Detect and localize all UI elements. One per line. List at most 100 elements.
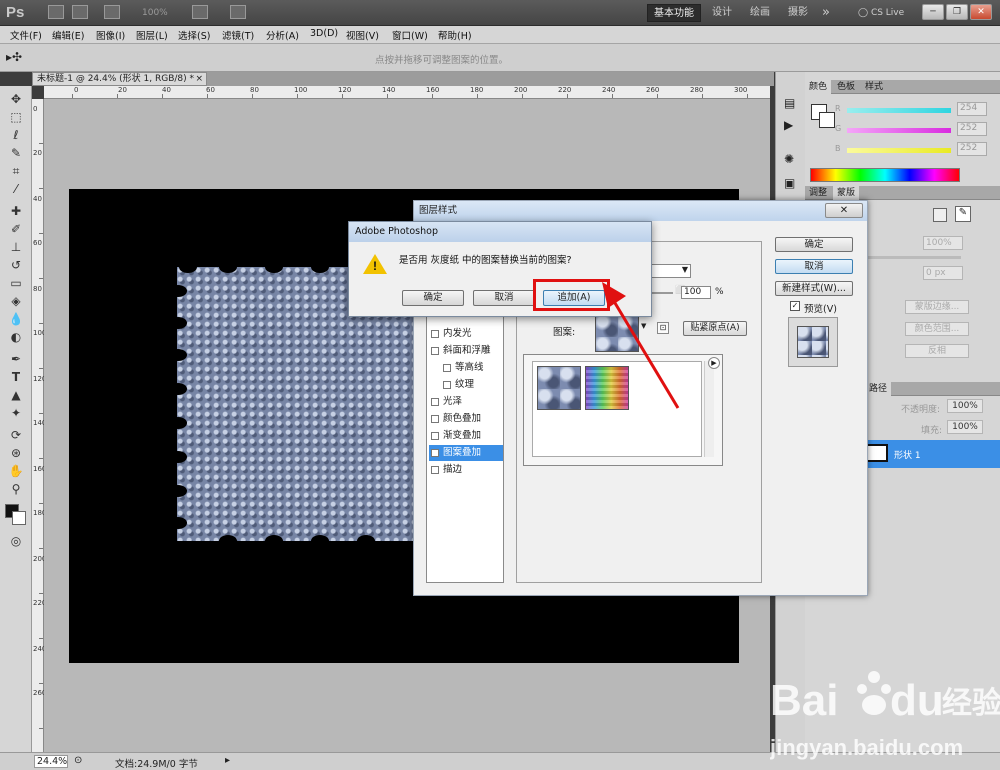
- style-item-contour[interactable]: 等高线: [429, 360, 503, 376]
- pixel-mask-icon[interactable]: [933, 208, 947, 222]
- document-size-info[interactable]: 文档:24.9M/0 字节: [115, 756, 198, 770]
- style-item-gradient-overlay[interactable]: 渐变叠加: [429, 428, 503, 444]
- panel-background-swatch[interactable]: [819, 112, 835, 128]
- vector-mask-icon[interactable]: ✎: [955, 206, 971, 222]
- style-item-color-overlay[interactable]: 颜色叠加: [429, 411, 503, 427]
- lasso-tool-icon[interactable]: ℓ: [8, 128, 24, 142]
- snap-to-origin-button[interactable]: 贴紧原点(A): [683, 321, 747, 336]
- dialog-ok-button[interactable]: 确定: [402, 290, 464, 306]
- layer-style-close-button[interactable]: ✕: [825, 203, 863, 218]
- 3d-orbit-tool-icon[interactable]: ⊛: [8, 446, 24, 460]
- hand-tool-icon[interactable]: ✋: [8, 464, 24, 478]
- type-tool-icon[interactable]: T: [8, 370, 24, 384]
- history-brush-tool-icon[interactable]: ↺: [8, 258, 24, 272]
- history-panel-icon[interactable]: ▤: [784, 96, 795, 110]
- checkbox-icon[interactable]: [431, 432, 439, 440]
- menu-view[interactable]: 视图(V): [346, 28, 379, 42]
- eyedropper-tool-icon[interactable]: ⁄: [8, 182, 24, 196]
- dialog-cancel-button[interactable]: 取消: [473, 290, 535, 306]
- checkbox-icon[interactable]: [431, 415, 439, 423]
- menu-select[interactable]: 选择(S): [178, 28, 210, 42]
- new-style-button[interactable]: 新建样式(W)...: [775, 281, 853, 296]
- menu-image[interactable]: 图像(I): [96, 28, 125, 42]
- pen-tool-icon[interactable]: ✒: [8, 352, 24, 366]
- style-item-stroke[interactable]: 描边: [429, 462, 503, 478]
- checkbox-icon[interactable]: ✓: [431, 449, 439, 457]
- checkbox-icon[interactable]: [431, 398, 439, 406]
- style-item-inner-glow[interactable]: 内发光: [429, 326, 503, 342]
- healing-brush-tool-icon[interactable]: ✚: [8, 204, 24, 218]
- shape-tool-icon[interactable]: ✦: [8, 406, 24, 420]
- tab-color[interactable]: 颜色: [805, 80, 832, 94]
- workspace-painting[interactable]: 绘画: [744, 4, 776, 22]
- arrange-documents-icon[interactable]: [192, 5, 208, 19]
- crop-tool-icon[interactable]: ⌗: [8, 164, 24, 178]
- invert-button[interactable]: 反相: [905, 344, 969, 358]
- view-extras-icon[interactable]: [104, 5, 120, 19]
- tab-adjustments[interactable]: 调整: [805, 186, 831, 200]
- feather-field[interactable]: 0 px: [923, 266, 963, 280]
- menu-analysis[interactable]: 分析(A): [266, 28, 299, 42]
- pattern-swatch-bubbles[interactable]: [537, 366, 581, 410]
- green-value[interactable]: 252: [957, 122, 987, 136]
- color-spectrum-bar[interactable]: [810, 168, 960, 182]
- pattern-picker-menu-icon[interactable]: ▶: [708, 357, 720, 369]
- quick-select-tool-icon[interactable]: ✎: [8, 146, 24, 160]
- screen-mode-icon[interactable]: [230, 5, 246, 19]
- brush-tool-icon[interactable]: ✐: [8, 222, 24, 236]
- minimize-button[interactable]: ─: [922, 4, 944, 20]
- green-slider[interactable]: [847, 128, 951, 133]
- actions-panel-icon[interactable]: ▶: [784, 118, 793, 132]
- blend-mode-select[interactable]: ▼: [649, 264, 691, 278]
- tab-swatches[interactable]: 色板: [833, 80, 859, 94]
- mini-bridge-icon[interactable]: [72, 5, 88, 19]
- status-menu-icon[interactable]: ▸: [225, 755, 230, 766]
- menu-filter[interactable]: 滤镜(T): [222, 28, 254, 42]
- menu-window[interactable]: 窗口(W): [392, 28, 428, 42]
- tab-masks[interactable]: 蒙版: [833, 186, 860, 200]
- eraser-tool-icon[interactable]: ▭: [8, 276, 24, 290]
- checkbox-icon[interactable]: [431, 466, 439, 474]
- move-tool-preset-icon[interactable]: ▸✣: [6, 50, 22, 64]
- clone-stamp-tool-icon[interactable]: ⊥: [8, 240, 24, 254]
- mask-edge-button[interactable]: 蒙版边缘...: [905, 300, 969, 314]
- blue-slider[interactable]: [847, 148, 951, 153]
- style-item-pattern-overlay[interactable]: ✓ 图案叠加: [429, 445, 503, 461]
- background-color-swatch[interactable]: [12, 511, 26, 525]
- tab-paths[interactable]: 路径: [865, 382, 892, 396]
- clone-source-panel-icon[interactable]: ▣: [784, 176, 795, 190]
- blur-tool-icon[interactable]: 💧: [8, 312, 24, 326]
- style-item-texture[interactable]: 纹理: [429, 377, 503, 393]
- workspace-design[interactable]: 设计: [706, 4, 738, 22]
- layer-style-cancel-button[interactable]: 取消: [775, 259, 853, 274]
- zoom-tool-icon[interactable]: ⚲: [8, 482, 24, 496]
- menu-layer[interactable]: 图层(L): [136, 28, 168, 42]
- paint-bucket-tool-icon[interactable]: ◈: [8, 294, 24, 308]
- dodge-tool-icon[interactable]: ◐: [8, 330, 24, 344]
- density-slider[interactable]: [867, 256, 961, 259]
- red-value[interactable]: 254: [957, 102, 987, 116]
- style-item-bevel-emboss[interactable]: 斜面和浮雕: [429, 343, 503, 359]
- opacity-field[interactable]: 100%: [947, 399, 983, 413]
- cs-live-button[interactable]: ◯ CS Live: [852, 4, 910, 22]
- marquee-tool-icon[interactable]: ⬚: [8, 110, 24, 124]
- fill-field[interactable]: 100%: [947, 420, 983, 434]
- density-field[interactable]: 100%: [923, 236, 963, 250]
- pattern-picker-scrollbar[interactable]: [704, 361, 714, 457]
- close-button[interactable]: ✕: [970, 4, 992, 20]
- menu-file[interactable]: 文件(F): [10, 28, 42, 42]
- more-workspaces-icon[interactable]: »: [816, 4, 836, 22]
- status-info-icon[interactable]: ⊙: [74, 755, 82, 766]
- style-item-satin[interactable]: 光泽: [429, 394, 503, 410]
- 3d-rotate-tool-icon[interactable]: ⟳: [8, 428, 24, 442]
- document-close-icon[interactable]: ×: [195, 73, 203, 85]
- preview-checkbox[interactable]: ✓: [790, 301, 800, 311]
- menu-help[interactable]: 帮助(H): [438, 28, 472, 42]
- bridge-icon[interactable]: [48, 5, 64, 19]
- checkbox-icon[interactable]: [443, 381, 451, 389]
- blue-value[interactable]: 252: [957, 142, 987, 156]
- checkbox-icon[interactable]: [431, 347, 439, 355]
- workspace-photography[interactable]: 摄影: [782, 4, 814, 22]
- path-select-tool-icon[interactable]: ▲: [8, 388, 24, 402]
- tab-styles[interactable]: 样式: [861, 80, 887, 94]
